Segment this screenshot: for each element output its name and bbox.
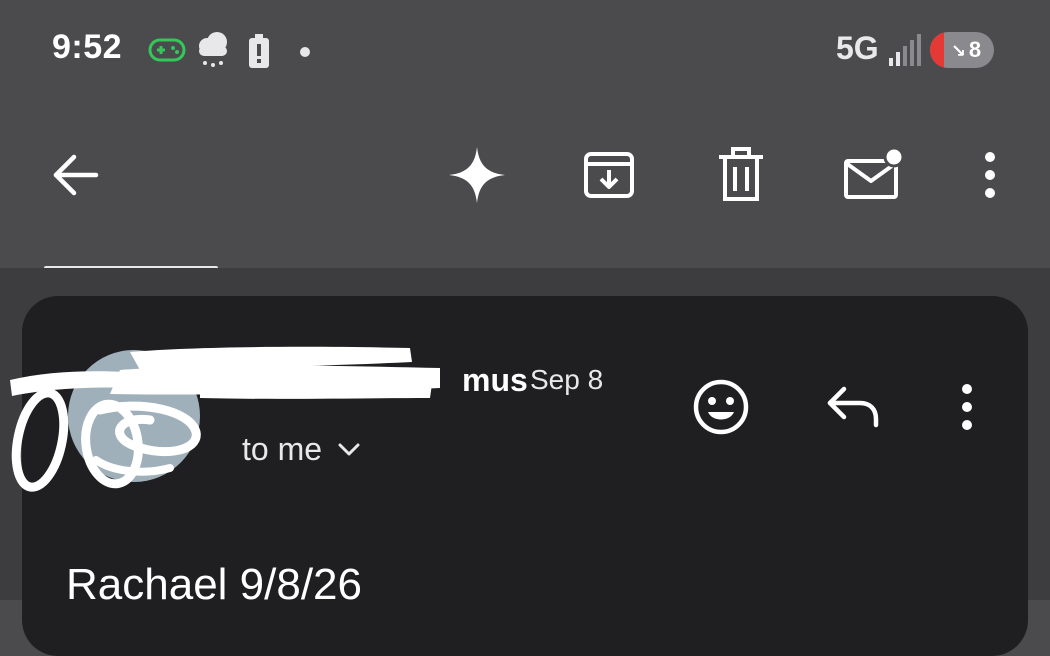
mark-unread-icon xyxy=(844,147,904,199)
message-toolbar xyxy=(0,100,1050,268)
battery-icon: ↘ 8 xyxy=(930,32,994,68)
battery-level-text: 8 xyxy=(968,37,982,62)
gemini-button[interactable] xyxy=(442,140,512,210)
gamepad-icon xyxy=(148,36,186,69)
archive-button[interactable] xyxy=(574,140,644,210)
more-options-button[interactable] xyxy=(955,140,1025,210)
chevron-down-icon xyxy=(338,443,360,455)
cloudy-rain-icon xyxy=(194,30,232,75)
battery-level: ↘ 8 xyxy=(930,32,994,68)
archive-icon xyxy=(584,152,634,198)
sender-name: mus xyxy=(462,362,528,398)
reply-button[interactable] xyxy=(818,372,888,442)
delete-button[interactable] xyxy=(706,140,776,210)
emoji-reaction-icon xyxy=(693,379,749,435)
status-time: 9:52 xyxy=(52,28,123,66)
recipient-details-toggle[interactable]: to me xyxy=(242,431,360,468)
message-date: Sep 8 xyxy=(530,364,604,395)
more-vert-icon xyxy=(985,152,995,198)
add-reaction-button[interactable] xyxy=(686,372,756,442)
signal-bars-icon xyxy=(888,34,922,71)
more-vert-icon xyxy=(962,384,972,430)
status-bar: 9:52 5G ↘ 8 xyxy=(0,0,1050,100)
back-button[interactable] xyxy=(40,140,110,210)
redaction-scribble xyxy=(10,346,440,492)
leaf-icon: ↘ xyxy=(950,41,966,61)
back-arrow-icon xyxy=(53,154,99,196)
mark-unread-button[interactable] xyxy=(838,140,908,210)
message-more-options-button[interactable] xyxy=(932,372,1002,442)
reply-icon xyxy=(827,386,879,428)
message-subject: Rachael 9/8/26 xyxy=(66,560,362,609)
network-type: 5G xyxy=(836,30,879,66)
trash-icon xyxy=(719,147,763,201)
recipient-label: to me xyxy=(242,431,323,467)
notification-dot-icon xyxy=(299,45,311,63)
battery-alert-icon xyxy=(248,34,270,73)
sparkle-icon xyxy=(449,147,505,203)
